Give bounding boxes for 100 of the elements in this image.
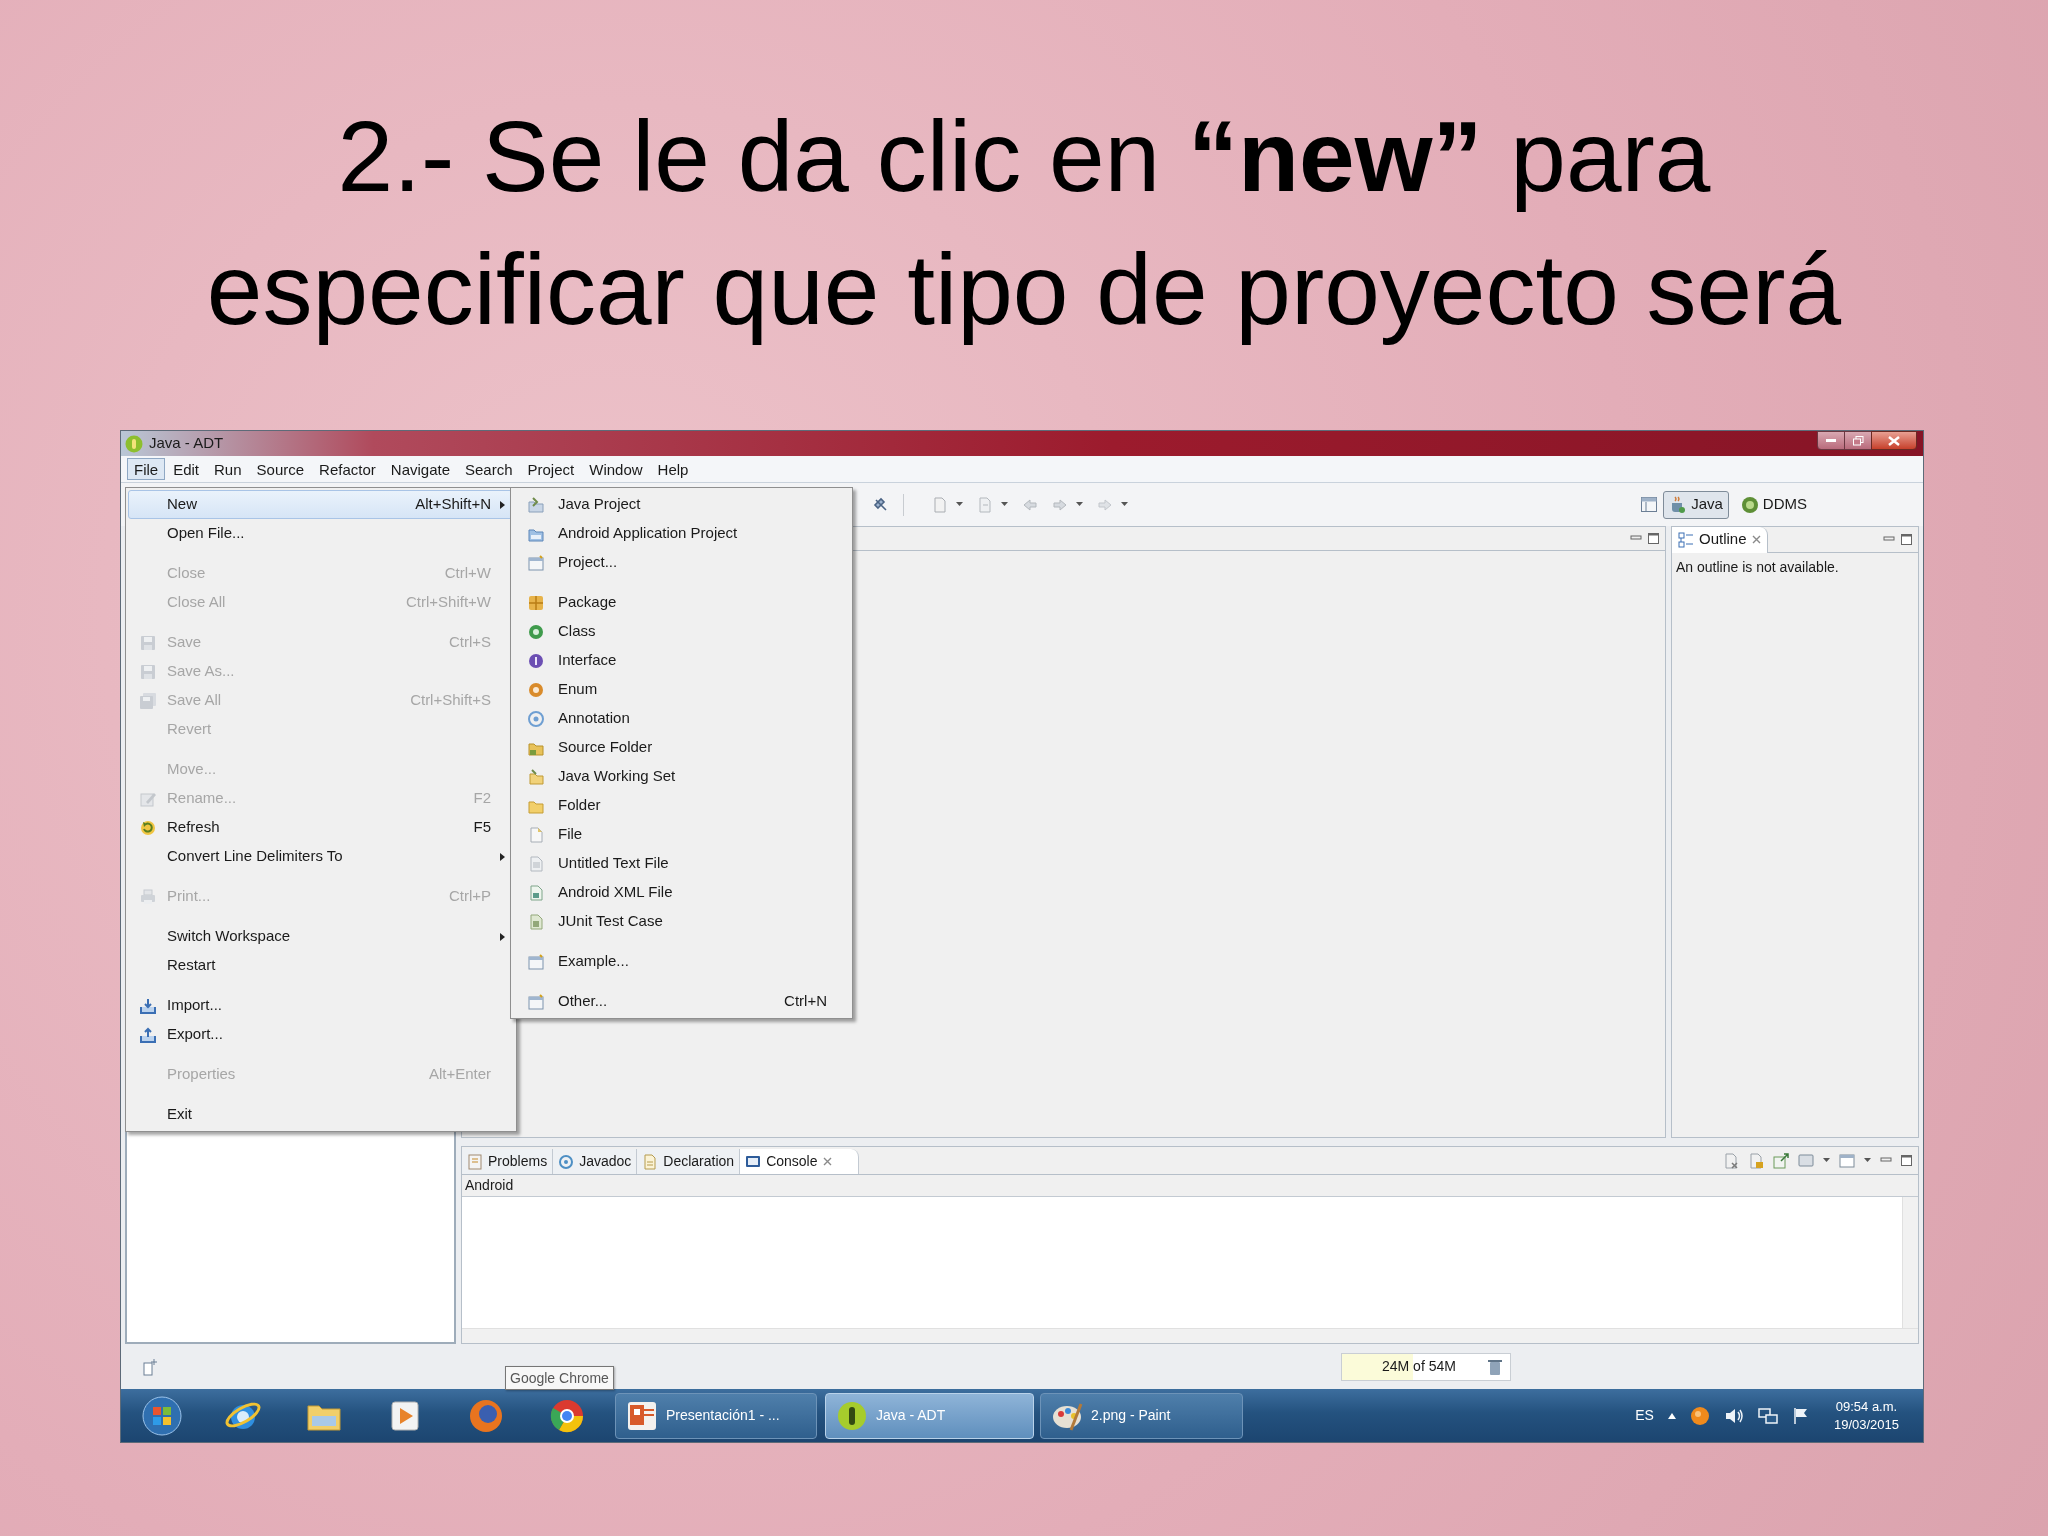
maximize-icon[interactable] [1648, 533, 1659, 544]
menu-item[interactable]: Android XML File [513, 878, 850, 907]
app-icon [836, 1399, 868, 1432]
menu-item[interactable]: Restart [128, 951, 514, 980]
package-icon [528, 594, 544, 611]
maximize-button[interactable] [1845, 431, 1871, 450]
perspective-button[interactable]: Java [1663, 490, 1729, 519]
window-icon[interactable] [143, 1357, 159, 1376]
menu-item[interactable]: Import... [128, 991, 514, 1020]
start-button[interactable] [141, 1395, 182, 1436]
menu-bar-item[interactable]: Refactor [312, 458, 383, 480]
menu-item[interactable]: Java Project [513, 490, 850, 519]
caret-icon[interactable] [1121, 502, 1128, 507]
document-icon [528, 913, 544, 930]
menu-item[interactable]: File [513, 820, 850, 849]
submenu-arrow-icon [500, 932, 505, 941]
window-icon[interactable] [1641, 497, 1658, 512]
circle-icon [528, 710, 544, 727]
speaker-icon[interactable] [1723, 1406, 1744, 1425]
menu-bar-item[interactable]: File [127, 458, 166, 480]
menu-bar-item[interactable]: Project [520, 458, 582, 480]
menu-item[interactable]: Export... [128, 1020, 514, 1049]
menu-item[interactable]: Refresh F5 [128, 813, 514, 842]
menu-item[interactable]: Open File... [128, 519, 514, 548]
panel-tab[interactable]: Declaration [637, 1149, 741, 1174]
window-icon [528, 953, 544, 970]
clock-time[interactable]: 09:54 a.m. [1835, 1397, 1898, 1416]
menu-item[interactable]: Convert Line Delimiters To [128, 842, 514, 871]
pin-icon[interactable] [873, 496, 889, 513]
tray-arrow-icon [140, 997, 156, 1014]
trash-icon[interactable] [1488, 1358, 1502, 1375]
menu-item[interactable]: Switch Workspace [128, 922, 514, 951]
menu-item[interactable]: Interface [513, 646, 850, 675]
cup-icon [1669, 495, 1688, 514]
close-icon[interactable] [822, 1157, 832, 1166]
document-icon [642, 1153, 659, 1170]
maximize-icon[interactable] [1901, 1155, 1912, 1166]
menu-item[interactable]: Example... [513, 947, 850, 976]
pin-icon[interactable] [1773, 1152, 1789, 1169]
menu-bar-item[interactable]: Source [249, 458, 312, 480]
menu-item[interactable]: Untitled Text File [513, 849, 850, 878]
menu-item[interactable]: Other... Ctrl+N [513, 987, 850, 1016]
menu-bar-item[interactable]: Edit [166, 458, 207, 480]
taskbar-button[interactable]: 2.png - Paint [1040, 1392, 1243, 1439]
caret-icon[interactable] [956, 502, 963, 507]
menu-bar-item[interactable]: Navigate [383, 458, 457, 480]
minimize-button[interactable] [1817, 431, 1845, 450]
horizontal-scrollbar[interactable] [462, 1328, 1918, 1343]
panel-tab[interactable]: Problems [462, 1149, 554, 1174]
tooltip: Google Chrome [505, 1366, 614, 1390]
clock-date[interactable]: 19/03/2015 [1833, 1415, 1899, 1434]
ball-icon[interactable] [1689, 1405, 1710, 1426]
slides-icon [626, 1399, 658, 1432]
menu-item[interactable]: JUnit Test Case [513, 907, 850, 936]
menu-item[interactable]: Folder [513, 791, 850, 820]
close-button[interactable] [1871, 431, 1917, 450]
submenu-arrow-icon [500, 500, 505, 509]
document-icon[interactable] [1723, 1152, 1739, 1169]
panel-tab[interactable]: Javadoc [553, 1149, 638, 1174]
document-icon [528, 855, 544, 872]
menu-item[interactable]: Android Application Project [513, 519, 850, 548]
window-icon [528, 554, 544, 571]
menu-item[interactable]: Exit [128, 1100, 514, 1129]
menu-bar-item[interactable]: Run [207, 458, 249, 480]
document-icon [140, 790, 156, 807]
save-icon [140, 663, 156, 680]
folder-icon [528, 768, 544, 785]
flag-icon[interactable] [1791, 1406, 1810, 1425]
menu-bar-item[interactable]: Window [582, 458, 650, 480]
refresh-icon [140, 819, 156, 836]
close-icon[interactable] [1751, 535, 1761, 544]
printer-icon [140, 888, 156, 905]
outline-tab[interactable]: Outline [1672, 526, 1768, 553]
menu-item[interactable]: Project... [513, 548, 850, 577]
menu-item[interactable]: Java Working Set [513, 762, 850, 791]
tray-arrow-icon [140, 1026, 156, 1043]
menu-bar-item[interactable]: Search [458, 458, 520, 480]
network-icon[interactable] [1757, 1406, 1778, 1425]
maximize-icon[interactable] [1901, 534, 1912, 545]
menu-item[interactable]: Enum [513, 675, 850, 704]
caret-icon[interactable] [1823, 1158, 1830, 1163]
menu-bar-item[interactable]: Help [650, 458, 696, 480]
menu-item[interactable]: Annotation [513, 704, 850, 733]
menu-item[interactable]: Source Folder [513, 733, 850, 762]
outline-message: An outline is not available. [1675, 558, 1840, 577]
menu-item[interactable]: Class [513, 617, 850, 646]
vertical-scrollbar[interactable] [1902, 1197, 1918, 1328]
language-indicator[interactable]: ES [1635, 1405, 1654, 1426]
outline-icon [1678, 531, 1694, 548]
caret-icon[interactable] [1076, 502, 1083, 507]
caret-up-icon[interactable] [1667, 1412, 1676, 1419]
menu-item[interactable]: Package [513, 588, 850, 617]
taskbar-button[interactable]: Presentación1 - ... [615, 1392, 817, 1439]
panel-tab[interactable]: Console [740, 1149, 859, 1174]
close-icon [1888, 435, 1900, 446]
circle-icon [528, 652, 544, 669]
monitor-icon [745, 1153, 762, 1170]
caret-icon[interactable] [1864, 1158, 1871, 1163]
caret-icon[interactable] [1001, 502, 1008, 507]
perspective-button[interactable]: DDMS [1734, 490, 1813, 519]
